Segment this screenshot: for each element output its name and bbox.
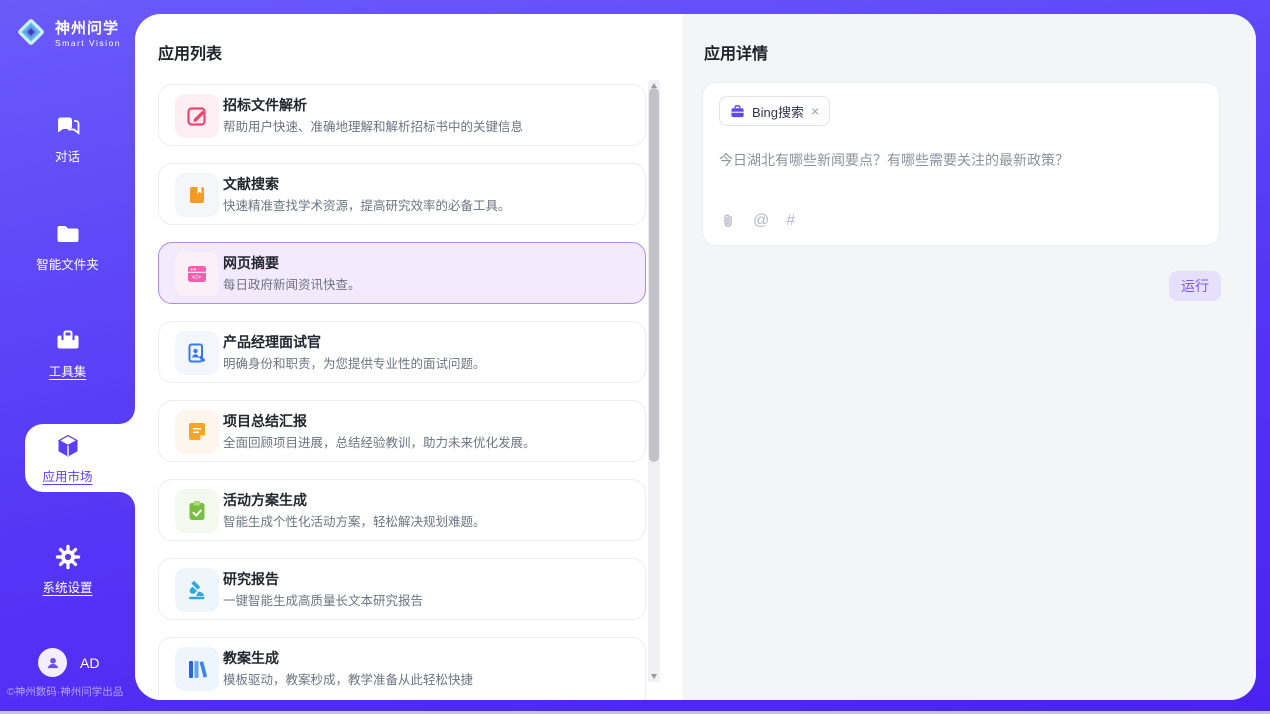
active-tab-fillet-top	[119, 408, 135, 424]
folder-icon	[0, 220, 135, 248]
run-button[interactable]: 运行	[1169, 271, 1221, 301]
list-scrollbar[interactable]	[648, 80, 660, 682]
user-name: AD	[80, 655, 99, 671]
sidebar-item-smart-folder[interactable]: 智能文件夹	[0, 220, 135, 274]
tool-chip-label: Bing搜索	[752, 102, 804, 121]
user-avatar-icon	[38, 648, 67, 677]
sidebar-item-chat[interactable]: 对话	[0, 112, 135, 166]
research-report-icon	[175, 568, 219, 612]
chat-icon	[0, 112, 135, 140]
app-desc: 智能生成个性化活动方案，轻松解决规划难题。	[223, 511, 633, 530]
app-logo: 神州问学 Smart Vision	[14, 15, 121, 54]
tool-chip-bing-search[interactable]: Bing搜索 ×	[719, 96, 830, 126]
hash-topic-icon[interactable]: #	[786, 213, 795, 229]
app-name: 研究报告	[223, 569, 279, 589]
app-desc: 帮助用户快速、准确地理解和解析招标书中的关键信息	[223, 116, 633, 135]
list-item-tender-parse[interactable]: 招标文件解析 帮助用户快速、准确地理解和解析招标书中的关键信息	[158, 84, 646, 146]
user-account[interactable]: AD	[38, 648, 99, 677]
tender-parse-icon	[175, 94, 219, 138]
list-item-project-summary[interactable]: 项目总结汇报 全面回顾项目进展，总结经验教训，助力未来优化发展。	[158, 400, 646, 462]
lesson-plan-icon	[175, 647, 219, 691]
webpage-summary-icon: </>	[175, 252, 219, 296]
list-item-webpage-summary[interactable]: </> 网页摘要 每日政府新闻资讯快查。	[158, 242, 646, 304]
pm-interviewer-icon	[175, 331, 219, 375]
scrollbar-thumb[interactable]	[649, 88, 659, 462]
scroll-down-icon[interactable]	[651, 674, 657, 679]
app-name: 产品经理面试官	[223, 332, 321, 352]
briefcase-icon	[730, 104, 745, 119]
sidebar-item-label: 智能文件夹	[36, 258, 99, 272]
logo-subtitle: Smart Vision	[55, 39, 121, 48]
app-detail-panel: 应用详情 Bing搜索 × 今日湖北有哪些新闻要点？有哪些需要关注的最新政策？	[683, 14, 1256, 700]
logo-title: 神州问学	[55, 21, 121, 37]
app-desc: 快速精准查找学术资源，提高研究效率的必备工具。	[223, 195, 633, 214]
at-mention-icon[interactable]: @	[753, 213, 769, 229]
app-detail-title: 应用详情	[704, 40, 768, 64]
composer-toolbar: @ #	[720, 212, 795, 229]
app-desc: 明确身份和职责，为您提供专业性的面试问题。	[223, 353, 633, 372]
sidebar-item-label: 应用市场	[42, 470, 92, 484]
app-name: 招标文件解析	[223, 95, 307, 115]
app-desc: 一键智能生成高质量长文本研究报告	[223, 590, 633, 609]
logo-diamond-icon	[14, 15, 48, 54]
prompt-card: Bing搜索 × 今日湖北有哪些新闻要点？有哪些需要关注的最新政策？ @ #	[702, 82, 1220, 246]
app-desc: 模板驱动，教案秒成，教学准备从此轻松快捷	[223, 669, 633, 688]
app-name: 活动方案生成	[223, 490, 307, 510]
project-summary-icon	[175, 410, 219, 454]
active-tab-fillet-bottom	[119, 492, 135, 508]
list-item-lesson-plan[interactable]: 教案生成 模板驱动，教案秒成，教学准备从此轻松快捷	[158, 637, 646, 700]
paperclip-icon[interactable]	[720, 212, 736, 229]
app-name: 教案生成	[223, 648, 279, 668]
app-name: 网页摘要	[223, 253, 279, 273]
sidebar: 神州问学 Smart Vision 对话 智能文件夹	[0, 0, 135, 714]
app-desc: 每日政府新闻资讯快查。	[223, 274, 633, 293]
close-icon[interactable]: ×	[811, 104, 819, 118]
literature-search-icon	[175, 173, 219, 217]
gear-icon	[0, 543, 135, 571]
copyright-text: ©神州数码·神州问学出品	[7, 684, 137, 699]
app-name: 项目总结汇报	[223, 411, 307, 431]
app-list-title: 应用列表	[158, 40, 222, 64]
sidebar-item-app-market[interactable]: 应用市场	[0, 432, 135, 486]
list-item-research-report[interactable]: 研究报告 一键智能生成高质量长文本研究报告	[158, 558, 646, 620]
sidebar-item-settings[interactable]: 系统设置	[0, 543, 135, 597]
svg-text:</>: </>	[192, 274, 201, 281]
list-item-pm-interviewer[interactable]: 产品经理面试官 明确身份和职责，为您提供专业性的面试问题。	[158, 321, 646, 383]
sidebar-item-label: 系统设置	[42, 581, 92, 595]
app-desc: 全面回顾项目进展，总结经验教训，助力未来优化发展。	[223, 432, 633, 451]
sidebar-item-label: 工具集	[49, 365, 87, 379]
list-item-event-plan[interactable]: 活动方案生成 智能生成个性化活动方案，轻松解决规划难题。	[158, 479, 646, 541]
cube-icon	[0, 432, 135, 460]
sidebar-item-toolset[interactable]: 工具集	[0, 327, 135, 381]
app-list-panel: 应用列表 招标文件解析 帮助用户快速、准确地理解和解析招标书中的关键信息 文献搜…	[135, 14, 683, 700]
app-name: 文献搜索	[223, 174, 279, 194]
query-text[interactable]: 今日湖北有哪些新闻要点？有哪些需要关注的最新政策？	[719, 150, 1203, 170]
sidebar-item-label: 对话	[55, 150, 80, 164]
list-item-literature-search[interactable]: 文献搜索 快速精准查找学术资源，提高研究效率的必备工具。	[158, 163, 646, 225]
main-content: 应用列表 招标文件解析 帮助用户快速、准确地理解和解析招标书中的关键信息 文献搜…	[135, 14, 1256, 700]
event-plan-icon	[175, 489, 219, 533]
toolbox-icon	[0, 327, 135, 355]
